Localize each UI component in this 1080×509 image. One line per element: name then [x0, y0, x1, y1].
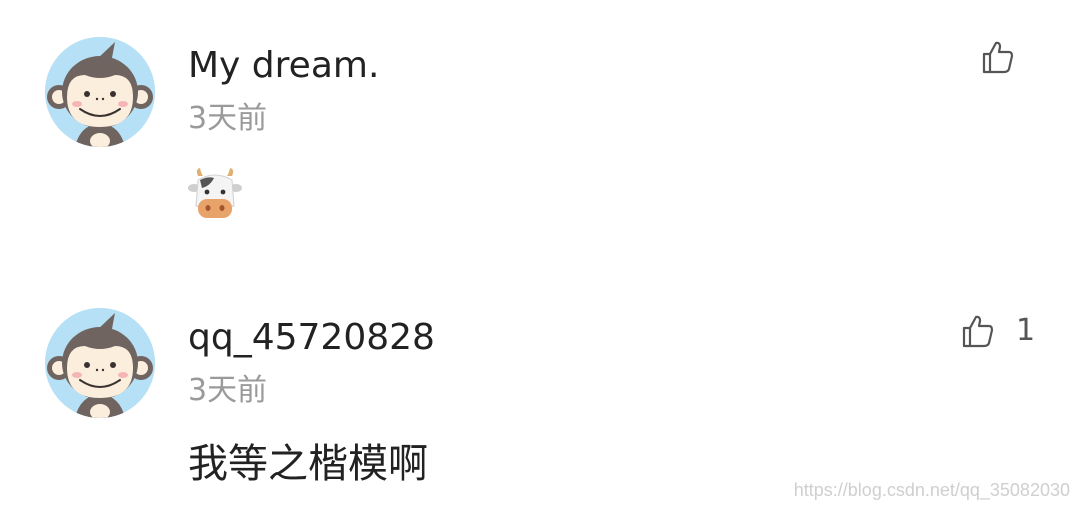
like-count: 1 — [1016, 313, 1036, 348]
comment-item: qq_45720828 3天前 我等之楷模啊 1 — [0, 0, 1080, 509]
avatar[interactable] — [45, 308, 155, 418]
username[interactable]: qq_45720828 — [188, 318, 435, 358]
like-button[interactable]: 1 — [962, 314, 1035, 348]
watermark: https://blog.csdn.net/qq_35082030 — [793, 480, 1070, 500]
comment-list: My dream. 3天前 qq_45720828 3天前 我等之楷模啊 1 h… — [0, 0, 1080, 509]
comment-text: 我等之楷模啊 — [188, 441, 428, 487]
timestamp: 3天前 — [188, 373, 268, 408]
thumbs-up-icon — [962, 314, 994, 348]
monkey-avatar-icon — [45, 308, 155, 418]
